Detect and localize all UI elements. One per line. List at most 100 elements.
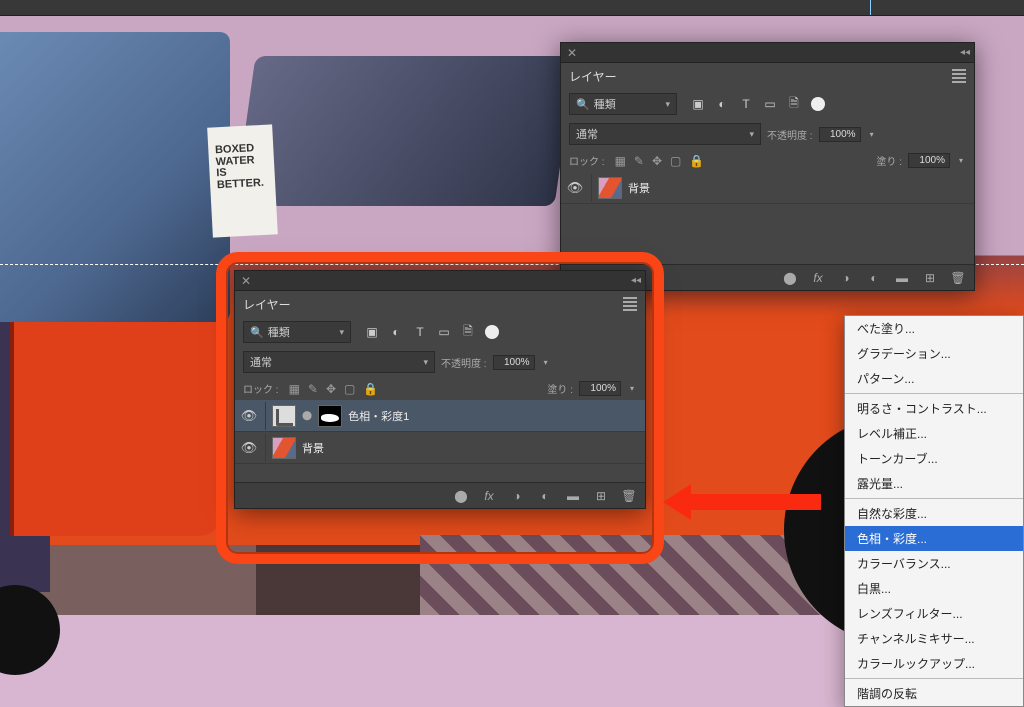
lock-artboard-icon[interactable]: ▢: [344, 382, 355, 396]
delete-layer-icon[interactable]: 🗑: [950, 271, 966, 285]
lock-all-icon[interactable]: 🔒: [689, 154, 704, 168]
new-layer-icon[interactable]: ⊞: [922, 271, 938, 285]
visibility-eye-icon[interactable]: 👁: [239, 440, 259, 456]
close-icon[interactable]: ✕: [565, 46, 579, 60]
filter-type-icon[interactable]: T: [413, 325, 427, 339]
layers-panel-back[interactable]: ✕ ◂◂ レイヤー 🔍 種類 ▾ ▣ ◐ T ▭ 🗎 通常 ▾ 不透明度 : 1…: [560, 42, 975, 291]
lock-label: ロック :: [243, 381, 279, 396]
menu-item[interactable]: 色相・彩度...: [845, 526, 1023, 551]
panel-title: レイヤー: [243, 296, 291, 313]
link-icon[interactable]: ⬤: [302, 410, 312, 421]
menu-item[interactable]: チャンネルミキサー...: [845, 626, 1023, 651]
opacity-label: 不透明度 :: [767, 127, 813, 142]
menu-separator: [845, 498, 1023, 499]
filter-adjust-icon[interactable]: ◐: [389, 325, 403, 339]
layer-row-background[interactable]: 👁 背景: [235, 432, 645, 464]
menu-item[interactable]: カラールックアップ...: [845, 651, 1023, 676]
delete-layer-icon[interactable]: 🗑: [621, 489, 637, 503]
panel-menu-icon[interactable]: [623, 295, 637, 313]
adjustment-layer-icon[interactable]: ◐: [866, 271, 882, 285]
lock-paint-icon[interactable]: ✎: [308, 382, 318, 396]
adjustment-layer-icon[interactable]: ◐: [537, 489, 553, 503]
panel-menu-icon[interactable]: [952, 67, 966, 85]
opacity-value[interactable]: 100%: [819, 127, 861, 142]
menu-item[interactable]: トーンカーブ...: [845, 446, 1023, 471]
horizontal-ruler: 5506006507007508008509009501000105011001…: [0, 0, 1024, 16]
menu-item[interactable]: パターン...: [845, 366, 1023, 391]
lock-transparency-icon[interactable]: ▦: [615, 154, 626, 168]
lock-all-icon[interactable]: 🔒: [363, 382, 378, 396]
collapse-icon[interactable]: ◂◂: [960, 47, 970, 58]
layer-name[interactable]: 背景: [628, 180, 650, 196]
visibility-eye-icon[interactable]: 👁: [565, 180, 585, 196]
lock-artboard-icon[interactable]: ▢: [670, 154, 681, 168]
fill-label: 塗り :: [547, 381, 573, 396]
mask-thumbnail[interactable]: [318, 405, 342, 427]
filter-type-icon[interactable]: T: [739, 97, 753, 111]
fill-chevron-icon[interactable]: ▾: [627, 384, 637, 393]
close-icon[interactable]: ✕: [239, 274, 253, 288]
menu-item[interactable]: 自然な彩度...: [845, 501, 1023, 526]
menu-separator: [845, 393, 1023, 394]
fill-value[interactable]: 100%: [908, 153, 950, 168]
fill-chevron-icon[interactable]: ▾: [956, 156, 966, 165]
layer-row-hue-sat[interactable]: 👁 ⬤ 色相・彩度1: [235, 400, 645, 432]
layer-name[interactable]: 背景: [302, 440, 324, 456]
adjustment-thumbnail[interactable]: [272, 405, 296, 427]
menu-item[interactable]: 明るさ・コントラスト...: [845, 396, 1023, 421]
menu-item[interactable]: 階調の反転: [845, 681, 1023, 706]
menu-item[interactable]: べた塗り...: [845, 316, 1023, 341]
filter-type-dropdown[interactable]: 🔍 種類 ▾: [569, 93, 677, 115]
lock-move-icon[interactable]: ✥: [652, 154, 662, 168]
opacity-value[interactable]: 100%: [493, 355, 535, 370]
blend-mode-dropdown[interactable]: 通常 ▾: [569, 123, 761, 145]
layer-thumbnail[interactable]: [272, 437, 296, 459]
menu-item[interactable]: カラーバランス...: [845, 551, 1023, 576]
chevron-down-icon: ▾: [749, 129, 754, 140]
layer-thumbnail[interactable]: [598, 177, 622, 199]
filter-label: 種類: [268, 324, 290, 340]
group-icon[interactable]: ▬: [894, 271, 910, 285]
collapse-icon[interactable]: ◂◂: [631, 275, 641, 286]
filter-image-icon[interactable]: ▣: [691, 97, 705, 111]
menu-item[interactable]: レンズフィルター...: [845, 601, 1023, 626]
menu-item[interactable]: レベル補正...: [845, 421, 1023, 446]
layer-row-background[interactable]: 👁 背景: [561, 172, 974, 204]
fill-label: 塗り :: [876, 153, 902, 168]
layers-panel-front[interactable]: ✕ ◂◂ レイヤー 🔍 種類 ▾ ▣ ◐ T ▭ 🗎 通常 ▾ 不透明度 : 1…: [234, 270, 646, 509]
filter-shape-icon[interactable]: ▭: [437, 325, 451, 339]
arrow-shaft: [691, 494, 821, 510]
filter-smart-icon[interactable]: 🗎: [461, 325, 475, 339]
filter-shape-icon[interactable]: ▭: [763, 97, 777, 111]
search-icon: 🔍: [576, 98, 590, 111]
filter-smart-icon[interactable]: 🗎: [787, 97, 801, 111]
lock-transparency-icon[interactable]: ▦: [289, 382, 300, 396]
link-layers-icon[interactable]: ⬤: [782, 271, 798, 285]
adjustment-layer-menu[interactable]: べた塗り...グラデーション...パターン... 明るさ・コントラスト...レベル…: [844, 315, 1024, 707]
group-icon[interactable]: ▬: [565, 489, 581, 503]
menu-item[interactable]: 露光量...: [845, 471, 1023, 496]
filter-image-icon[interactable]: ▣: [365, 325, 379, 339]
new-layer-icon[interactable]: ⊞: [593, 489, 609, 503]
filter-toggle-icon[interactable]: [811, 97, 825, 111]
visibility-eye-icon[interactable]: 👁: [239, 408, 259, 424]
link-layers-icon[interactable]: ⬤: [453, 489, 469, 503]
filter-adjust-icon[interactable]: ◐: [715, 97, 729, 111]
menu-item[interactable]: 白黒...: [845, 576, 1023, 601]
mask-icon[interactable]: ◑: [838, 271, 854, 285]
layer-name[interactable]: 色相・彩度1: [348, 408, 409, 424]
ruler-playhead[interactable]: [870, 0, 871, 16]
fill-value[interactable]: 100%: [579, 381, 621, 396]
menu-item[interactable]: グラデーション...: [845, 341, 1023, 366]
filter-type-dropdown[interactable]: 🔍 種類 ▾: [243, 321, 351, 343]
filter-toggle-icon[interactable]: [485, 325, 499, 339]
mask-icon[interactable]: ◑: [509, 489, 525, 503]
blend-mode-label: 通常: [250, 354, 272, 370]
fx-icon[interactable]: fx: [810, 271, 826, 285]
opacity-chevron-icon[interactable]: ▾: [541, 358, 551, 367]
opacity-chevron-icon[interactable]: ▾: [867, 130, 877, 139]
blend-mode-dropdown[interactable]: 通常 ▾: [243, 351, 435, 373]
lock-move-icon[interactable]: ✥: [326, 382, 336, 396]
fx-icon[interactable]: fx: [481, 489, 497, 503]
lock-paint-icon[interactable]: ✎: [634, 154, 644, 168]
